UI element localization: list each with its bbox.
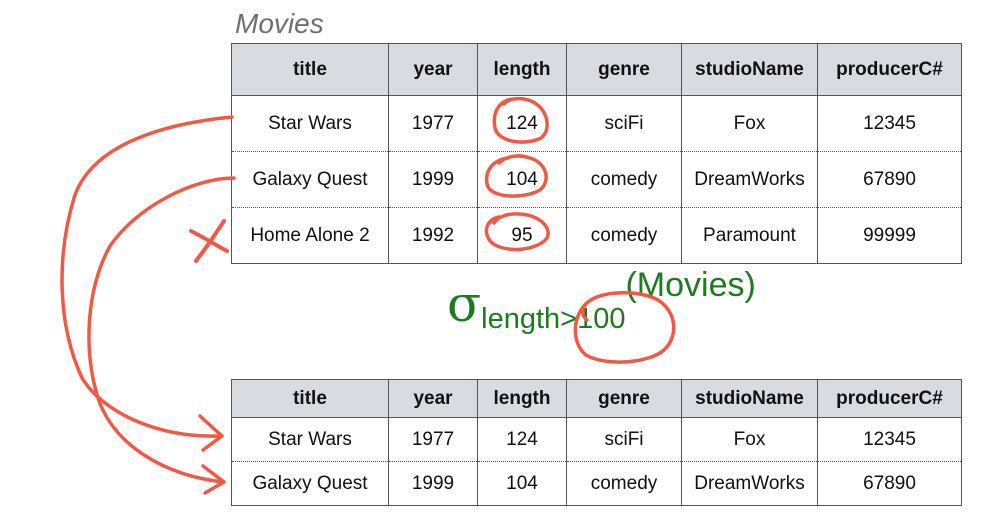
cell-producer: 67890 bbox=[817, 461, 962, 506]
cell-length: 104 bbox=[477, 461, 567, 506]
table-row: Galaxy Quest 1999 104 comedy DreamWorks … bbox=[231, 461, 962, 506]
cell-year: 1977 bbox=[388, 417, 478, 462]
cell-studioname: Fox bbox=[681, 417, 818, 462]
column-header-studioname: studioName bbox=[681, 43, 818, 96]
column-header-length: length bbox=[477, 379, 567, 418]
arrowhead-star-wars bbox=[198, 414, 224, 452]
cell-genre: sciFi bbox=[566, 417, 682, 462]
table-row: Star Wars 1977 124 sciFi Fox 12345 bbox=[231, 417, 962, 462]
column-header-producer: producerC# bbox=[817, 43, 962, 96]
cell-producer: 12345 bbox=[817, 417, 962, 462]
table-row: Home Alone 2 1992 95 comedy Paramount 99… bbox=[231, 207, 962, 264]
table-header-row: title year length genre studioName produ… bbox=[231, 43, 962, 96]
column-header-year: year bbox=[388, 43, 478, 96]
movies-source-table: title year length genre studioName produ… bbox=[231, 43, 962, 264]
column-header-genre: genre bbox=[566, 379, 682, 418]
cell-title: Star Wars bbox=[231, 417, 389, 462]
cell-length: 104 bbox=[477, 151, 567, 208]
cell-genre: comedy bbox=[566, 461, 682, 506]
cell-title: Home Alone 2 bbox=[231, 207, 389, 264]
column-header-producer: producerC# bbox=[817, 379, 962, 418]
column-header-length: length bbox=[477, 43, 567, 96]
relation-caption: Movies bbox=[235, 8, 324, 39]
table-row: Galaxy Quest 1999 104 comedy DreamWorks … bbox=[231, 151, 962, 208]
cell-genre: sciFi bbox=[566, 95, 682, 152]
cell-genre: comedy bbox=[566, 151, 682, 208]
cell-producer: 12345 bbox=[817, 95, 962, 152]
selection-relation: (Movies) bbox=[625, 266, 756, 304]
cell-studioname: DreamWorks bbox=[681, 461, 818, 506]
movies-result-table: title year length genre studioName produ… bbox=[231, 379, 962, 506]
column-header-studioname: studioName bbox=[681, 379, 818, 418]
cell-studioname: DreamWorks bbox=[681, 151, 818, 208]
cell-genre: comedy bbox=[566, 207, 682, 264]
table-row: Star Wars 1977 124 sciFi Fox 12345 bbox=[231, 95, 962, 152]
column-header-year: year bbox=[388, 379, 478, 418]
cell-length: 124 bbox=[477, 417, 567, 462]
cell-length: 95 bbox=[477, 207, 567, 264]
arrowhead-galaxy-quest bbox=[201, 464, 226, 495]
cell-studioname: Paramount bbox=[681, 207, 818, 264]
cell-studioname: Fox bbox=[681, 95, 818, 152]
reject-cross-mark bbox=[189, 219, 229, 263]
arrow-galaxy-quest bbox=[87, 176, 236, 484]
selection-attribute: length bbox=[481, 303, 561, 335]
selection-expression: σlength>100(Movies) bbox=[447, 266, 756, 335]
column-header-genre: genre bbox=[566, 43, 682, 96]
table-header-row: title year length genre studioName produ… bbox=[231, 379, 962, 418]
cell-year: 1999 bbox=[388, 461, 478, 506]
cell-title: Star Wars bbox=[231, 95, 389, 152]
cell-producer: 99999 bbox=[817, 207, 962, 264]
cell-title: Galaxy Quest bbox=[231, 151, 389, 208]
selection-condition: length>100 bbox=[481, 303, 625, 335]
cell-year: 1992 bbox=[388, 207, 478, 264]
column-header-title: title bbox=[231, 379, 389, 418]
sigma-symbol: σ bbox=[447, 275, 482, 333]
cell-length: 124 bbox=[477, 95, 567, 152]
cell-title: Galaxy Quest bbox=[231, 461, 389, 506]
arrow-star-wars bbox=[60, 115, 234, 438]
selection-comparison: >100 bbox=[560, 303, 626, 335]
column-header-title: title bbox=[231, 43, 389, 96]
cell-producer: 67890 bbox=[817, 151, 962, 208]
cell-year: 1999 bbox=[388, 151, 478, 208]
cell-year: 1977 bbox=[388, 95, 478, 152]
